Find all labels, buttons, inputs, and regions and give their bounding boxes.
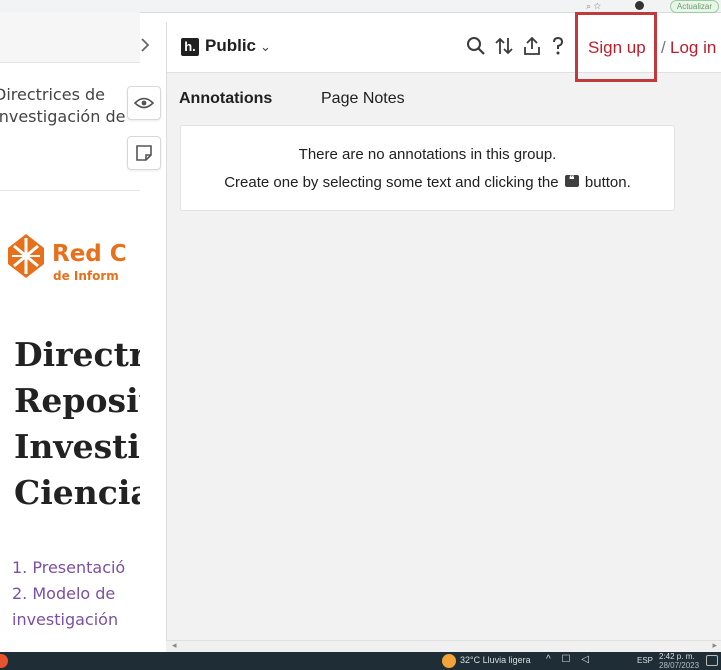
webpage-content: Directrices de Investigación de Red C de… xyxy=(0,12,140,652)
toc-link-investigacion[interactable]: investigación xyxy=(12,607,125,633)
empty-state-hint-text-end: button. xyxy=(584,174,631,191)
webpage-nav-line: Investigación de xyxy=(0,107,126,126)
toc-link-presentacion[interactable]: 1. Presentació xyxy=(12,555,125,581)
share-icon xyxy=(524,36,540,55)
logo-subtitle: de Inform xyxy=(53,269,119,283)
webpage-nav-line: Directrices de xyxy=(0,85,105,104)
highlight-annotation-box xyxy=(575,12,657,82)
webpage-nav-heading[interactable]: Directrices de Investigación de xyxy=(0,84,140,128)
clock-time: 2:42 p. m. xyxy=(659,652,695,661)
page-title-line: Directri xyxy=(14,335,140,374)
logo-title: Red C xyxy=(52,241,127,267)
collapse-sidebar-button[interactable] xyxy=(130,30,160,60)
clock-date: 28/07/2023 xyxy=(659,661,700,670)
chevron-right-icon xyxy=(141,38,150,52)
browser-toolbar-icons: ⌕ ☆ xyxy=(586,1,601,11)
weather-icon[interactable] xyxy=(442,654,456,668)
note-icon xyxy=(136,145,152,161)
divider xyxy=(0,190,140,191)
sort-button[interactable] xyxy=(493,35,515,57)
red-logo-icon xyxy=(8,234,44,278)
hypothesis-logo-icon[interactable]: h. xyxy=(181,38,199,56)
page-title-line: Investig xyxy=(14,427,140,466)
help-icon xyxy=(553,36,564,55)
scroll-right-icon[interactable]: ▸ xyxy=(712,640,717,651)
empty-state-message: There are no annotations in this group. xyxy=(298,146,557,163)
weather-text[interactable]: 32°C Lluvia ligera xyxy=(460,655,531,665)
share-button[interactable] xyxy=(521,35,543,57)
group-name: Public xyxy=(205,36,257,55)
toc-link-modelo[interactable]: 2. Modelo de xyxy=(12,581,125,607)
page-title-line: Reposit xyxy=(14,381,140,420)
tab-annotations[interactable]: Annotations xyxy=(179,90,272,108)
sort-icon xyxy=(495,37,513,55)
tab-page-notes[interactable]: Page Notes xyxy=(321,90,405,108)
profile-avatar[interactable] xyxy=(635,1,644,10)
auth-separator: / xyxy=(661,38,666,57)
system-tray-icons[interactable]: ^ ☐ ◁ xyxy=(546,654,593,665)
update-button[interactable]: Actualizar xyxy=(669,0,719,13)
page-title-line: Ciencia xyxy=(14,473,140,512)
annotation-sidebar: h. Public ⌄ Sign up / Log in Annotations… xyxy=(166,12,721,662)
empty-state-hint-text: Create one by selecting some text and cl… xyxy=(224,174,559,191)
new-page-note-button[interactable] xyxy=(127,136,161,170)
empty-state-hint: Create one by selecting some text and cl… xyxy=(181,174,674,191)
table-of-contents: 1. Presentació 2. Modelo de investigació… xyxy=(12,555,125,633)
webpage-header xyxy=(0,12,140,63)
search-button[interactable] xyxy=(465,35,487,57)
taskbar: 32°C Lluvia ligera ^ ☐ ◁ ESP 2:42 p. m. … xyxy=(0,652,721,670)
log-in-link[interactable]: Log in xyxy=(670,38,716,58)
clock[interactable]: 2:42 p. m. 28/07/2023 xyxy=(659,652,699,670)
show-highlights-button[interactable] xyxy=(127,86,161,120)
chevron-down-icon: ⌄ xyxy=(260,39,271,54)
page-title: Directri Reposit Investig Ciencia xyxy=(14,332,140,516)
eye-icon xyxy=(134,97,154,109)
language-indicator[interactable]: ESP xyxy=(637,656,653,665)
group-selector[interactable]: Public ⌄ xyxy=(205,36,271,56)
help-button[interactable] xyxy=(551,35,565,57)
notifications-icon[interactable] xyxy=(706,655,718,666)
sidebar-topbar: h. Public ⌄ Sign up / Log in xyxy=(167,12,721,82)
search-icon xyxy=(467,37,485,55)
start-icon[interactable] xyxy=(0,654,8,668)
empty-state-card: There are no annotations in this group. … xyxy=(180,125,675,211)
scroll-left-icon[interactable]: ◂ xyxy=(172,640,177,651)
annotate-quote-icon: ❝ xyxy=(564,175,579,188)
